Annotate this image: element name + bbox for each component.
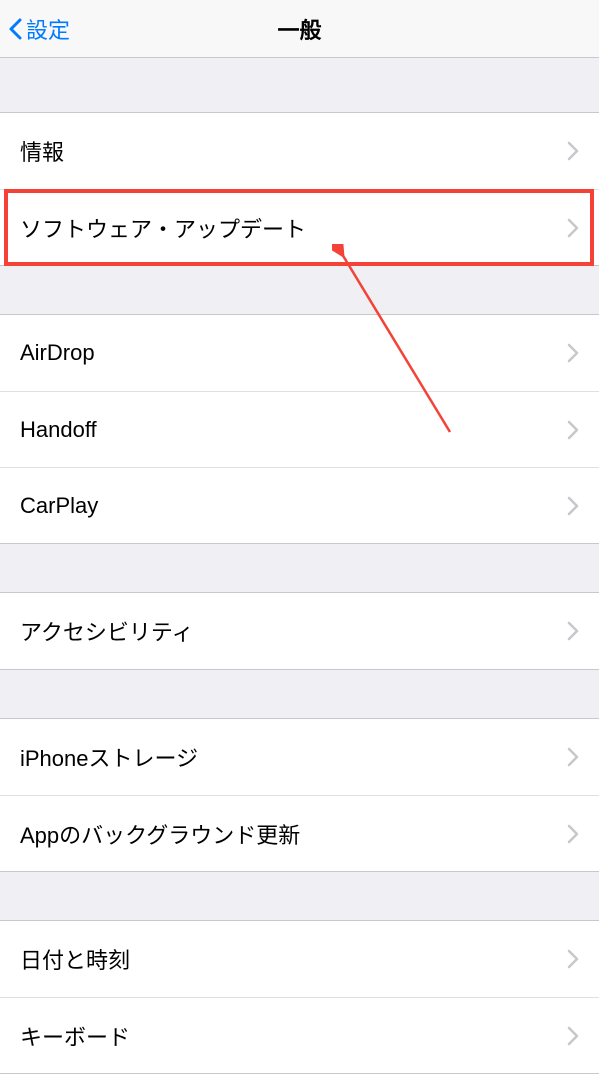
list-group-accessibility: アクセシビリティ: [0, 592, 599, 670]
list-item-iphone-storage[interactable]: iPhoneストレージ: [0, 719, 599, 795]
back-button[interactable]: 設定: [8, 13, 70, 45]
list-item-airdrop[interactable]: AirDrop: [0, 315, 599, 391]
list-item-label: キーボード: [20, 1020, 130, 1052]
list-item-label: AirDrop: [20, 340, 95, 366]
list-item-label: Appのバックグラウンド更新: [20, 818, 300, 850]
list-item-keyboard[interactable]: キーボード: [0, 997, 599, 1073]
chevron-right-icon: [567, 1026, 579, 1046]
list-item-label: iPhoneストレージ: [20, 741, 198, 773]
list-item-label: 日付と時刻: [20, 943, 130, 975]
list-group-connectivity: AirDrop Handoff CarPlay: [0, 314, 599, 544]
chevron-left-icon: [8, 18, 22, 40]
list-group-about: 情報 ソフトウェア・アップデート: [0, 112, 599, 266]
list-group-datetime: 日付と時刻 キーボード: [0, 920, 599, 1074]
list-item-label: 情報: [20, 135, 64, 167]
list-item-carplay[interactable]: CarPlay: [0, 467, 599, 543]
list-item-label: アクセシビリティ: [20, 615, 194, 647]
list-item-software-update[interactable]: ソフトウェア・アップデート: [0, 189, 599, 265]
chevron-right-icon: [567, 824, 579, 844]
chevron-right-icon: [567, 621, 579, 641]
page-title: 一般: [277, 13, 321, 45]
list-item-label: Handoff: [20, 417, 97, 443]
navigation-bar: 設定 一般: [0, 0, 599, 58]
section-spacer: [0, 266, 599, 314]
section-spacer: [0, 544, 599, 592]
chevron-right-icon: [567, 949, 579, 969]
back-label: 設定: [26, 13, 70, 45]
list-item-background-refresh[interactable]: Appのバックグラウンド更新: [0, 795, 599, 871]
chevron-right-icon: [567, 747, 579, 767]
chevron-right-icon: [567, 496, 579, 516]
list-item-accessibility[interactable]: アクセシビリティ: [0, 593, 599, 669]
list-item-date-time[interactable]: 日付と時刻: [0, 921, 599, 997]
list-item-about[interactable]: 情報: [0, 113, 599, 189]
list-item-label: ソフトウェア・アップデート: [20, 212, 306, 244]
list-group-storage: iPhoneストレージ Appのバックグラウンド更新: [0, 718, 599, 872]
section-spacer: [0, 670, 599, 718]
list-item-handoff[interactable]: Handoff: [0, 391, 599, 467]
chevron-right-icon: [567, 343, 579, 363]
chevron-right-icon: [567, 420, 579, 440]
section-spacer: [0, 872, 599, 920]
list-item-label: CarPlay: [20, 493, 98, 519]
chevron-right-icon: [567, 141, 579, 161]
section-spacer: [0, 58, 599, 112]
chevron-right-icon: [567, 218, 579, 238]
